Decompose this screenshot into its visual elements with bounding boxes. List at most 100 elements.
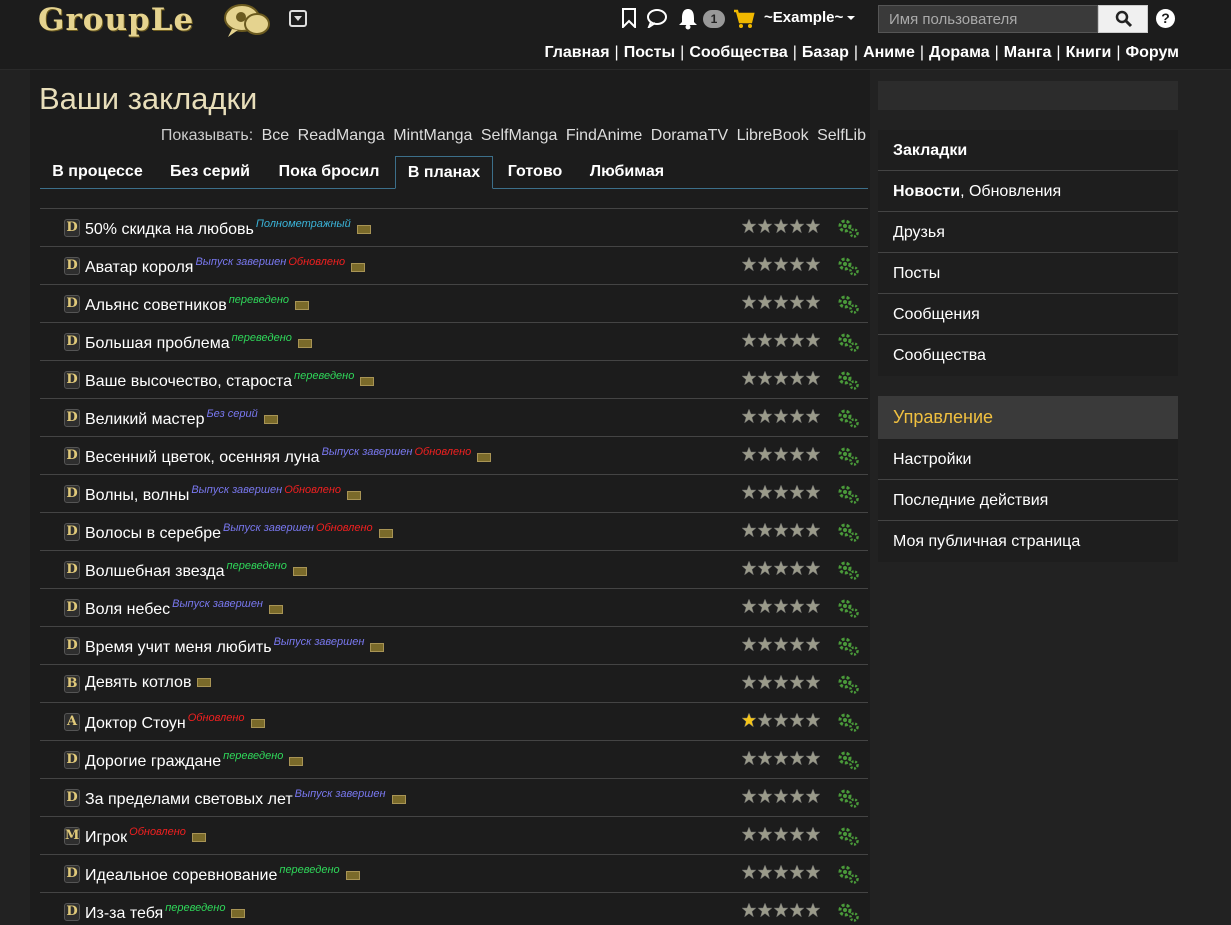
star-icon[interactable] (805, 598, 821, 614)
chat-icon[interactable] (646, 8, 668, 28)
note-icon[interactable] (231, 909, 246, 918)
sidebar-item-messages[interactable]: Сообщения (878, 294, 1178, 335)
bookmark-title-link[interactable]: Из-за тебя (85, 905, 163, 922)
site-filter-all[interactable]: Все (262, 127, 290, 144)
nav-link-manga[interactable]: Манга (1004, 44, 1052, 61)
rating-stars[interactable] (741, 408, 821, 424)
star-icon[interactable] (773, 560, 789, 576)
note-icon[interactable] (378, 529, 393, 538)
star-icon[interactable] (789, 712, 805, 728)
nav-link-posts[interactable]: Посты (624, 44, 675, 61)
notifications-badge[interactable]: 1 (703, 10, 725, 28)
bookmark-title-link[interactable]: Волшебная звезда (85, 563, 225, 580)
settings-gear-icon[interactable] (836, 787, 860, 809)
star-icon[interactable] (741, 826, 757, 842)
star-icon[interactable] (757, 522, 773, 538)
site-filter-selflib[interactable]: SelfLib (817, 127, 866, 144)
star-icon[interactable] (757, 370, 773, 386)
site-filter-doramatv[interactable]: DoramaTV (651, 127, 728, 144)
rating-stars[interactable] (741, 636, 821, 652)
bookmark-title-link[interactable]: Дорогие граждане (85, 753, 221, 770)
site-filter-findanime[interactable]: FindAnime (566, 127, 642, 144)
bookmark-title-link[interactable]: Доктор Стоун (85, 715, 186, 732)
star-icon[interactable] (757, 598, 773, 614)
bookmark-title-link[interactable]: Весенний цветок, осенняя луна (85, 449, 320, 466)
star-icon[interactable] (757, 446, 773, 462)
rating-stars[interactable] (741, 370, 821, 386)
rating-stars[interactable] (741, 484, 821, 500)
star-icon[interactable] (773, 598, 789, 614)
search-input[interactable] (878, 5, 1098, 33)
note-icon[interactable] (345, 871, 360, 880)
bookmark-title-link[interactable]: Время учит меня любить (85, 639, 272, 656)
cart-icon[interactable] (733, 9, 755, 29)
star-icon[interactable] (757, 332, 773, 348)
star-icon[interactable] (757, 674, 773, 690)
sidebar-item-settings[interactable]: Настройки (878, 439, 1178, 480)
star-icon[interactable] (805, 902, 821, 918)
rating-stars[interactable] (741, 712, 821, 728)
star-icon[interactable] (789, 902, 805, 918)
star-icon[interactable] (789, 750, 805, 766)
note-icon[interactable] (347, 491, 362, 500)
star-icon[interactable] (789, 370, 805, 386)
logo-dropdown-button[interactable] (289, 10, 307, 27)
star-icon[interactable] (741, 636, 757, 652)
site-filter-selfmanga[interactable]: SelfManga (481, 127, 558, 144)
star-icon[interactable] (773, 750, 789, 766)
star-icon[interactable] (757, 902, 773, 918)
help-icon[interactable]: ? (1156, 9, 1175, 28)
sidebar-item-friends[interactable]: Друзья (878, 212, 1178, 253)
logo-bubble-icon[interactable] (222, 3, 272, 39)
settings-gear-icon[interactable] (836, 901, 860, 923)
star-icon[interactable] (805, 750, 821, 766)
sidebar-item-posts[interactable]: Посты (878, 253, 1178, 294)
tab-dropped[interactable]: Пока бросил (266, 156, 392, 189)
star-icon[interactable] (789, 408, 805, 424)
star-icon[interactable] (805, 332, 821, 348)
note-icon[interactable] (269, 605, 283, 614)
nav-link-communities[interactable]: Сообщества (689, 44, 787, 61)
settings-gear-icon[interactable] (836, 445, 860, 467)
star-icon[interactable] (789, 484, 805, 500)
settings-gear-icon[interactable] (836, 331, 860, 353)
star-icon[interactable] (789, 636, 805, 652)
star-icon[interactable] (773, 902, 789, 918)
note-icon[interactable] (351, 263, 366, 272)
bookmark-title-link[interactable]: Игрок (85, 829, 127, 846)
star-icon[interactable] (773, 332, 789, 348)
settings-gear-icon[interactable] (836, 749, 860, 771)
rating-stars[interactable] (741, 750, 821, 766)
sidebar-item-recent-actions[interactable]: Последние действия (878, 480, 1178, 521)
note-icon[interactable] (391, 795, 406, 804)
bookmark-title-link[interactable]: Волны, волны (85, 487, 189, 504)
site-filter-readmanga[interactable]: ReadManga (298, 127, 385, 144)
star-icon[interactable] (773, 522, 789, 538)
star-icon[interactable] (757, 294, 773, 310)
star-icon[interactable] (757, 712, 773, 728)
star-icon[interactable] (805, 864, 821, 880)
star-icon[interactable] (789, 864, 805, 880)
star-icon[interactable] (805, 408, 821, 424)
note-icon[interactable] (477, 453, 492, 462)
star-icon[interactable] (741, 750, 757, 766)
star-icon[interactable] (741, 788, 757, 804)
star-icon[interactable] (757, 256, 773, 272)
rating-stars[interactable] (741, 864, 821, 880)
star-icon[interactable] (741, 712, 757, 728)
star-icon[interactable] (789, 522, 805, 538)
star-icon[interactable] (805, 788, 821, 804)
star-icon[interactable] (773, 446, 789, 462)
user-menu[interactable]: ~Example~ (764, 9, 856, 26)
star-icon[interactable] (805, 446, 821, 462)
settings-gear-icon[interactable] (836, 407, 860, 429)
star-icon[interactable] (741, 560, 757, 576)
star-icon[interactable] (741, 864, 757, 880)
star-icon[interactable] (805, 826, 821, 842)
nav-link-anime[interactable]: Аниме (863, 44, 915, 61)
star-icon[interactable] (757, 750, 773, 766)
site-filter-librebook[interactable]: LibreBook (737, 127, 809, 144)
settings-gear-icon[interactable] (836, 597, 860, 619)
star-icon[interactable] (741, 218, 757, 234)
rating-stars[interactable] (741, 902, 821, 918)
